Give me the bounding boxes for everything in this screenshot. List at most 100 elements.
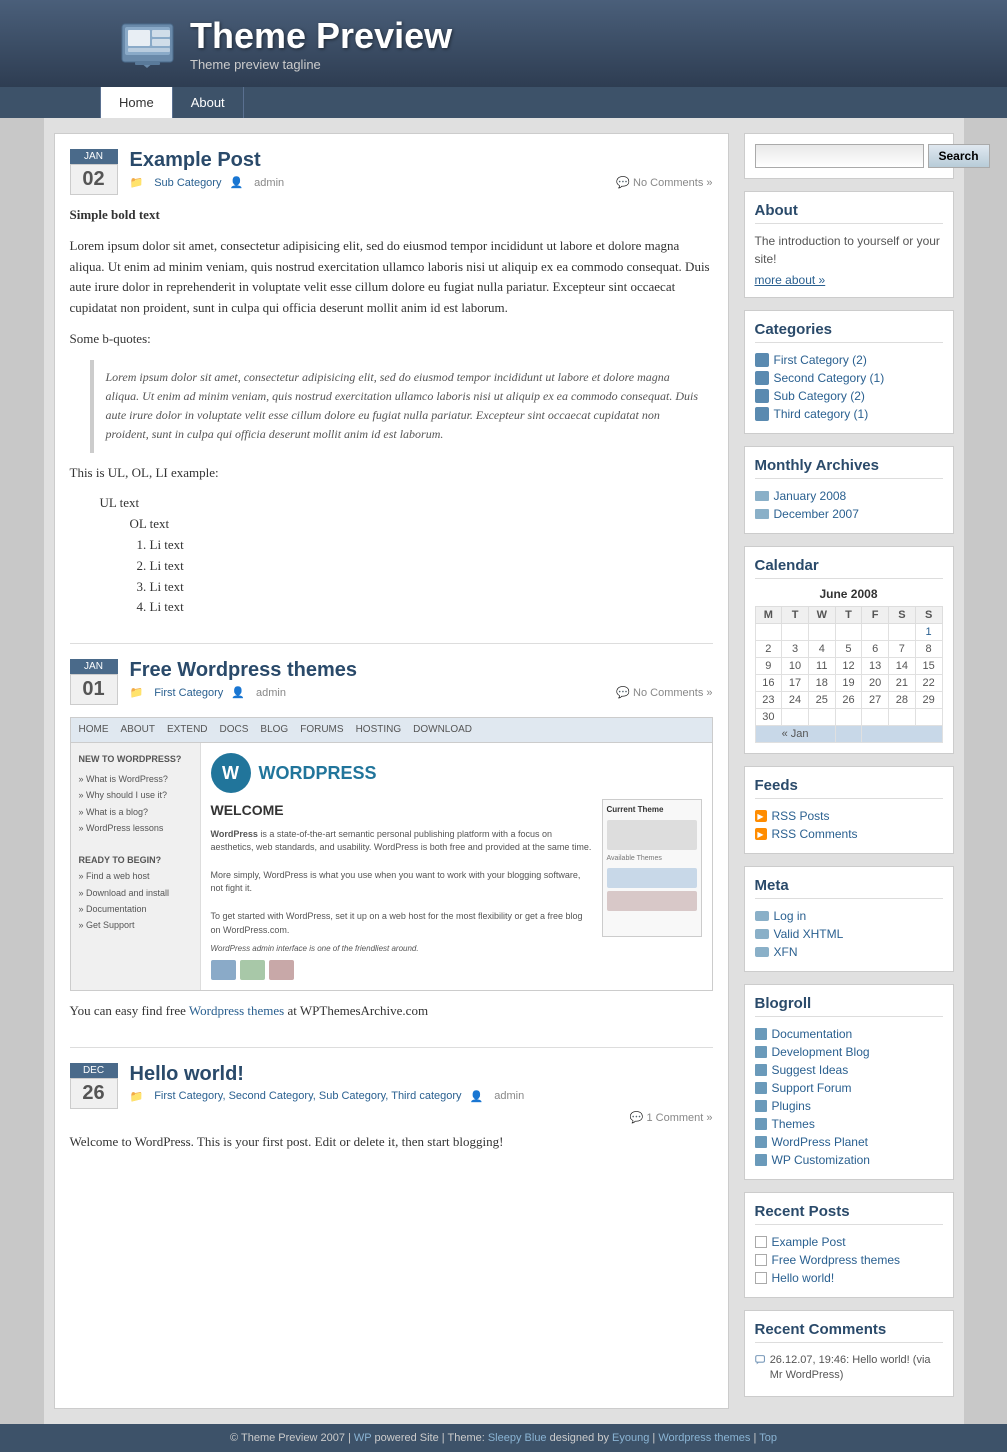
wp-themes-box: Current Theme Available Themes bbox=[602, 799, 702, 937]
footer-author-link[interactable]: Eyoung bbox=[612, 1432, 649, 1444]
footer-theme-link[interactable]: Sleepy Blue bbox=[488, 1432, 547, 1444]
author-icon-3: 👤 bbox=[470, 1090, 484, 1103]
cal-cell: 12 bbox=[835, 658, 862, 675]
footer-top-link[interactable]: Top bbox=[759, 1432, 777, 1444]
wp-avail-theme-1 bbox=[607, 868, 697, 888]
recent-comments-content: 26.12.07, 19:46: Hello world! (via Mr Wo… bbox=[755, 1351, 943, 1386]
cal-cell bbox=[862, 709, 889, 726]
blogroll-item-3[interactable]: Suggest Ideas bbox=[755, 1061, 943, 1079]
recent-post-2: Free Wordpress themes bbox=[755, 1251, 943, 1269]
link-icon-6 bbox=[755, 1118, 767, 1130]
cal-cell: 22 bbox=[915, 675, 942, 692]
wp-content-row: WELCOME WordPress is a state-of-the-art … bbox=[211, 799, 702, 937]
cal-cell bbox=[835, 624, 862, 641]
rss-icon-1: ▶ bbox=[755, 810, 767, 822]
meta-item-3[interactable]: XFN bbox=[755, 943, 943, 961]
blogroll-item-2[interactable]: Development Blog bbox=[755, 1043, 943, 1061]
cal-cell bbox=[782, 624, 809, 641]
ol-text: OL text bbox=[130, 514, 713, 535]
blogroll-item-1[interactable]: Documentation bbox=[755, 1025, 943, 1043]
blogroll-item-5[interactable]: Plugins bbox=[755, 1097, 943, 1115]
wp-ready-link2: » Download and install bbox=[79, 885, 192, 901]
category-item-2[interactable]: Second Category (1) bbox=[755, 369, 943, 387]
feed-item-1[interactable]: ▶ RSS Posts bbox=[755, 807, 943, 825]
archive-item-2[interactable]: December 2007 bbox=[755, 505, 943, 523]
folder-icon-3: 📁 bbox=[130, 1090, 144, 1103]
post-text-3: Welcome to WordPress. This is your first… bbox=[70, 1132, 713, 1153]
recent-post-link-2[interactable]: Free Wordpress themes bbox=[772, 1253, 901, 1267]
post-title-3[interactable]: Hello world! bbox=[130, 1063, 713, 1086]
search-button[interactable]: Search bbox=[928, 144, 990, 168]
monthly-archives-widget: Monthly Archives January 2008 December 2… bbox=[744, 446, 954, 534]
cal-nav-next[interactable] bbox=[862, 726, 942, 743]
wp-nav-hosting: HOSTING bbox=[356, 722, 402, 738]
post-title-2[interactable]: Free Wordpress themes bbox=[130, 659, 713, 682]
link-icon-5 bbox=[755, 1100, 767, 1112]
cal-row-6: 30 bbox=[755, 709, 942, 726]
cal-nav-prev[interactable]: « Jan bbox=[755, 726, 835, 743]
blogroll-widget: Blogroll Documentation Development Blog … bbox=[744, 984, 954, 1180]
post-meta-1: 📁 Sub Category 👤 admin 💬 No Comments » bbox=[130, 176, 713, 189]
list-item: Li text bbox=[150, 577, 713, 598]
feeds-widget: Feeds ▶ RSS Posts ▶ RSS Comments bbox=[744, 766, 954, 854]
cal-cell: 28 bbox=[889, 692, 916, 709]
link-icon-4 bbox=[755, 1082, 767, 1094]
post-divider-1 bbox=[70, 643, 713, 644]
feed-item-2[interactable]: ▶ RSS Comments bbox=[755, 825, 943, 843]
rss-icon-2: ▶ bbox=[755, 828, 767, 840]
wp-ready-link1: » Find a web host bbox=[79, 868, 192, 884]
footer-wp-themes-link[interactable]: Wordpress themes bbox=[658, 1432, 750, 1444]
post-text-1: Lorem ipsum dolor sit amet, consectetur … bbox=[70, 236, 713, 319]
wp-welcome-heading: WELCOME bbox=[211, 799, 594, 821]
search-input[interactable] bbox=[755, 144, 924, 168]
cal-cell: 13 bbox=[862, 658, 889, 675]
wp-desc3: To get started with WordPress, set it up… bbox=[211, 910, 594, 937]
categories-title: Categories bbox=[755, 321, 943, 343]
recent-posts-content: Example Post Free Wordpress themes Hello… bbox=[755, 1233, 943, 1287]
wp-nav-docs: DOCS bbox=[220, 722, 249, 738]
post-category-1[interactable]: Sub Category bbox=[154, 177, 221, 189]
post-title-1[interactable]: Example Post bbox=[130, 149, 713, 172]
blogroll-item-8[interactable]: WP Customization bbox=[755, 1151, 943, 1169]
meta-item-2[interactable]: Valid XHTML bbox=[755, 925, 943, 943]
post-bold-title: Simple bold text bbox=[70, 205, 713, 226]
cal-row-4: 16 17 18 19 20 21 22 bbox=[755, 675, 942, 692]
checkbox-2 bbox=[755, 1254, 767, 1266]
calendar-month-year: June 2008 bbox=[755, 587, 943, 601]
cal-cell[interactable]: 1 bbox=[915, 624, 942, 641]
blogroll-content: Documentation Development Blog Suggest I… bbox=[755, 1025, 943, 1169]
recent-post-link-3[interactable]: Hello world! bbox=[772, 1271, 835, 1285]
wp-themes-link[interactable]: Wordpress themes bbox=[189, 1003, 284, 1018]
cal-cell: 21 bbox=[889, 675, 916, 692]
wp-sidebar-title: NEW TO WORDPRESS? bbox=[79, 751, 192, 767]
post-meta-2: 📁 First Category 👤 admin 💬 No Comments » bbox=[130, 686, 713, 699]
site-tagline: Theme preview tagline bbox=[190, 57, 452, 72]
cal-cell: 6 bbox=[862, 641, 889, 658]
nav-item-about[interactable]: About bbox=[173, 87, 244, 118]
recent-post-link-1[interactable]: Example Post bbox=[772, 1235, 846, 1249]
post-body-3: Welcome to WordPress. This is your first… bbox=[70, 1132, 713, 1153]
more-about-link[interactable]: more about » bbox=[755, 273, 826, 287]
nav-item-home[interactable]: Home bbox=[100, 87, 173, 118]
wp-theme-preview bbox=[607, 820, 697, 850]
recent-posts-widget: Recent Posts Example Post Free Wordpress… bbox=[744, 1192, 954, 1298]
footer-wp-link[interactable]: WP bbox=[354, 1432, 372, 1444]
wp-nav-home: HOME bbox=[79, 722, 109, 738]
wp-ready-title: READY TO BEGIN? bbox=[79, 852, 192, 868]
blogroll-item-7[interactable]: WordPress Planet bbox=[755, 1133, 943, 1151]
category-item-1[interactable]: First Category (2) bbox=[755, 351, 943, 369]
post-wp-themes: JAN 01 Free Wordpress themes 📁 First Cat… bbox=[70, 659, 713, 1022]
cal-cell: 25 bbox=[808, 692, 835, 709]
blogroll-item-6[interactable]: Themes bbox=[755, 1115, 943, 1133]
category-item-3[interactable]: Sub Category (2) bbox=[755, 387, 943, 405]
wp-sidebar: NEW TO WORDPRESS? » What is WordPress? »… bbox=[71, 743, 201, 990]
post-category-2[interactable]: First Category bbox=[154, 687, 223, 699]
blogroll-item-4[interactable]: Support Forum bbox=[755, 1079, 943, 1097]
cal-cell: 8 bbox=[915, 641, 942, 658]
main-nav: Home About bbox=[0, 87, 1007, 118]
post-categories-3[interactable]: First Category, Second Category, Sub Cat… bbox=[154, 1090, 461, 1102]
category-item-4[interactable]: Third category (1) bbox=[755, 405, 943, 423]
wp-nav-forums: FORUMS bbox=[300, 722, 343, 738]
archive-item-1[interactable]: January 2008 bbox=[755, 487, 943, 505]
meta-item-1[interactable]: Log in bbox=[755, 907, 943, 925]
